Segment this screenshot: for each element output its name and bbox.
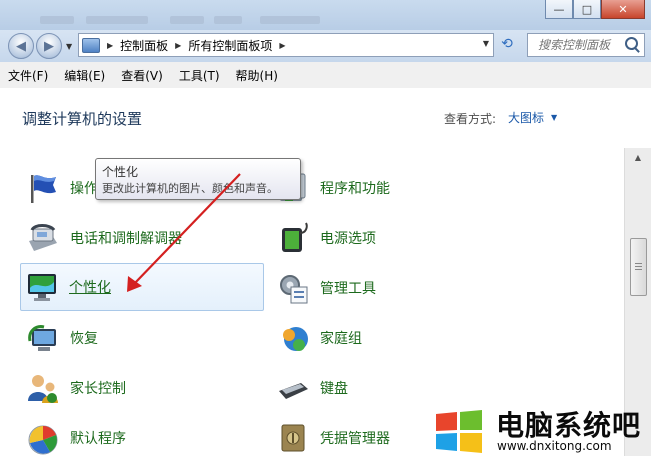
homegroup-icon: [283, 327, 308, 351]
address-bar[interactable]: ▶ 控制面板 ▶ 所有控制面板项 ▶ ▼: [78, 33, 494, 57]
forward-button[interactable]: ▶: [36, 33, 62, 59]
menu-tools[interactable]: 工具(T): [171, 67, 228, 84]
tooltip-title: 个性化: [102, 165, 139, 179]
breadcrumb-arrow-icon[interactable]: ▶: [279, 41, 285, 50]
blurred-title-segment: [214, 16, 242, 24]
control-panel-icon: [82, 37, 100, 53]
search-input[interactable]: [536, 37, 636, 53]
item-keyboard[interactable]: 键盘: [272, 368, 522, 408]
back-button[interactable]: ◀: [8, 33, 34, 59]
watermark-text: 电脑系统吧: [496, 409, 642, 442]
item-recovery[interactable]: 恢复: [22, 318, 262, 358]
partial-item-icon: [26, 148, 56, 152]
battery-icon: [282, 222, 308, 252]
item-label: 凭据管理器: [320, 431, 390, 447]
tooltip-description: 更改此计算机的图片、颜色和声音。: [102, 182, 278, 195]
recovery-computer-icon: [28, 325, 56, 351]
item-label: 程序和功能: [320, 181, 390, 197]
refresh-icon[interactable]: ⟲: [497, 36, 517, 54]
personalization-tooltip: 个性化 更改此计算机的图片、颜色和声音。: [95, 158, 301, 200]
item-programs-features[interactable]: 程序和功能: [272, 168, 522, 208]
title-bar: — □ ✕: [0, 0, 651, 30]
item-admin-tools[interactable]: 管理工具: [272, 268, 522, 308]
recent-pages-dropdown[interactable]: ▼: [66, 42, 72, 51]
breadcrumb-arrow-icon[interactable]: ▶: [175, 41, 181, 50]
item-homegroup[interactable]: 家庭组: [272, 318, 522, 358]
phone-modem-icon: [29, 224, 57, 251]
item-personalization[interactable]: 个性化: [20, 263, 264, 311]
menu-file[interactable]: 文件(F): [0, 67, 56, 84]
blurred-title-segment: [40, 16, 74, 24]
admin-tools-gear-icon: [280, 275, 308, 304]
menu-bar: 文件(F) 编辑(E) 查看(V) 工具(T) 帮助(H): [0, 62, 651, 89]
personalization-monitor-icon: [28, 274, 56, 301]
search-box[interactable]: [527, 33, 645, 57]
blurred-title-segment: [86, 16, 148, 24]
breadcrumb-all-items[interactable]: 所有控制面板项: [188, 37, 272, 54]
address-dropdown-icon[interactable]: ▼: [483, 39, 489, 48]
minimize-button[interactable]: —: [545, 0, 573, 19]
scroll-up-arrow-icon[interactable]: ▲: [629, 150, 647, 166]
item-default-programs[interactable]: 默认程序: [22, 418, 262, 456]
scrollbar-thumb[interactable]: [630, 238, 647, 296]
menu-help[interactable]: 帮助(H): [228, 67, 286, 84]
item-power-options[interactable]: 电源选项: [272, 218, 522, 258]
view-by-dropdown[interactable]: 大图标: [508, 109, 544, 126]
item-label: 家庭组: [320, 331, 362, 347]
item-label: 默认程序: [70, 431, 126, 447]
item-label: 键盘: [320, 381, 348, 397]
view-by-label: 查看方式:: [444, 112, 497, 126]
menu-view[interactable]: 查看(V): [113, 67, 171, 84]
page-title: 调整计算机的设置: [22, 110, 143, 128]
item-label: 恢复: [70, 331, 98, 347]
blurred-title-segment: [170, 16, 204, 24]
grip-line: [635, 269, 642, 270]
breadcrumb-control-panel[interactable]: 控制面板: [120, 37, 168, 54]
flag-icon: [31, 175, 56, 203]
item-parental-controls[interactable]: 家长控制: [22, 368, 262, 408]
menu-edit[interactable]: 编辑(E): [56, 67, 113, 84]
watermark-url: www.dnxitong.com: [497, 439, 612, 453]
item-label: 电源选项: [320, 231, 376, 247]
partial-item-icon: [276, 148, 306, 152]
blurred-title-segment: [260, 16, 320, 24]
navigation-bar: ◀ ▶ ▼ ▶ 控制面板 ▶ 所有控制面板项 ▶ ▼ ⟲: [0, 30, 651, 62]
grip-line: [635, 266, 642, 267]
search-icon[interactable]: [625, 37, 638, 50]
content-header: 调整计算机的设置 查看方式: 大图标 ▼: [0, 88, 651, 148]
grip-line: [635, 263, 642, 264]
item-label: 个性化: [69, 280, 111, 296]
item-phone-modem[interactable]: 电话和调制解调器: [22, 218, 262, 258]
keyboard-icon: [279, 383, 308, 399]
close-button[interactable]: ✕: [601, 0, 645, 19]
chevron-down-icon[interactable]: ▼: [551, 113, 557, 122]
maximize-button[interactable]: □: [573, 0, 601, 19]
item-label: 电话和调制解调器: [70, 231, 182, 247]
breadcrumb-arrow-icon[interactable]: ▶: [107, 41, 113, 50]
windows-logo-icon: [436, 410, 482, 453]
item-label: 管理工具: [320, 281, 376, 297]
default-programs-icon: [28, 425, 58, 455]
item-label: 家长控制: [70, 381, 126, 397]
window-controls: — □ ✕: [545, 0, 645, 19]
credential-safe-icon: [281, 424, 305, 452]
parental-controls-icon: [28, 375, 58, 403]
